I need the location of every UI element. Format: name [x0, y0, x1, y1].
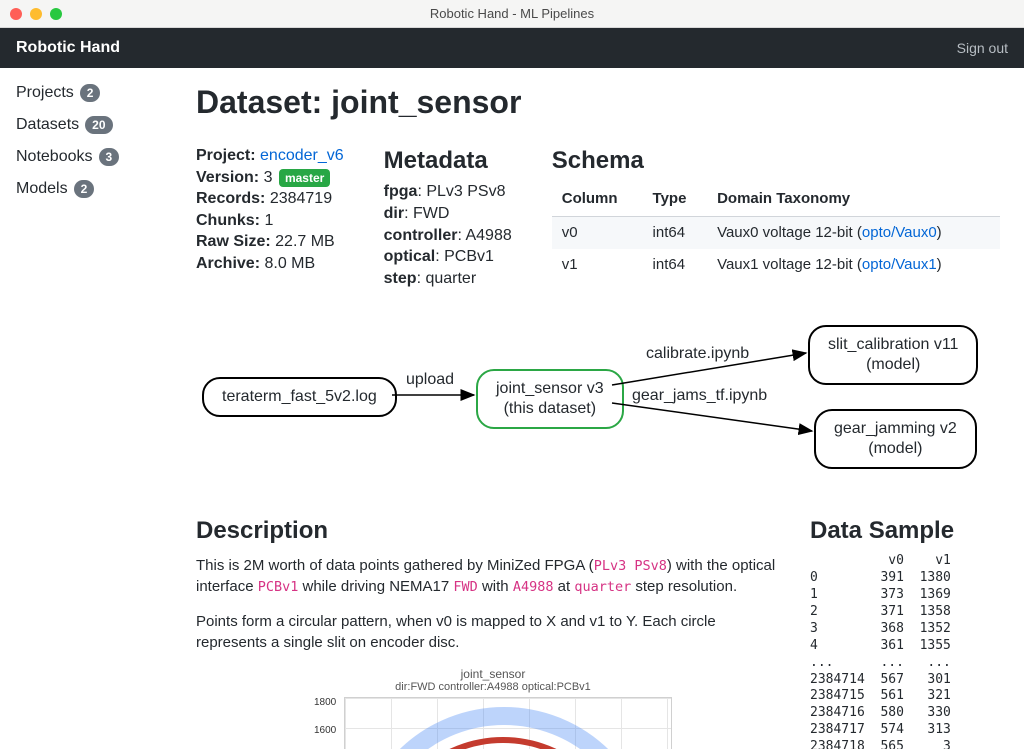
sidebar: Projects 2 Datasets 20 Notebooks 3 Model…	[0, 68, 180, 749]
count-badge: 2	[74, 180, 95, 198]
meta-val: FWD	[413, 205, 449, 222]
sidebar-item-projects[interactable]: Projects 2	[16, 84, 164, 102]
main-content: Dataset: joint_sensor Project: encoder_v…	[180, 68, 1024, 749]
schema-col-type: int64	[643, 216, 708, 249]
page-title: Dataset: joint_sensor	[196, 84, 1000, 121]
code-inline: PCBv1	[258, 579, 299, 595]
schema-col-type: int64	[643, 249, 708, 281]
meta-val: PCBv1	[444, 248, 494, 265]
rawsize-value: 22.7 MB	[275, 233, 335, 250]
count-badge: 2	[80, 84, 101, 102]
schema-col-name: v0	[552, 216, 643, 249]
schema-th: Type	[643, 183, 708, 216]
schema-th: Column	[552, 183, 643, 216]
meta-key: controller	[384, 227, 458, 244]
taxonomy-link[interactable]: opto/Vaux1	[862, 256, 937, 273]
meta-key: step	[384, 270, 417, 287]
count-badge: 20	[85, 116, 112, 134]
plot-ytick: 1600	[314, 725, 336, 736]
schema-row: v1 int64 Vaux1 voltage 12-bit (opto/Vaux…	[552, 249, 1000, 281]
schema-col-name: v1	[552, 249, 643, 281]
flow-edge-label: gear_jams_tf.ipynb	[632, 387, 767, 405]
version-label: Version:	[196, 169, 259, 186]
archive-value: 8.0 MB	[264, 255, 315, 272]
signout-link[interactable]: Sign out	[957, 40, 1008, 56]
mac-titlebar: Robotic Hand - ML Pipelines	[0, 0, 1024, 28]
sidebar-item-models[interactable]: Models 2	[16, 180, 164, 198]
sidebar-item-label: Projects	[16, 84, 74, 102]
sidebar-item-label: Datasets	[16, 116, 79, 134]
meta-val: A4988	[465, 227, 511, 244]
metadata-heading: Metadata	[384, 145, 512, 177]
description-block: Description This is 2M worth of data poi…	[196, 517, 790, 749]
code-inline: A4988	[513, 579, 554, 595]
schema-th: Domain Taxonomy	[707, 183, 1000, 216]
records-label: Records:	[196, 190, 265, 207]
description-para: This is 2M worth of data points gathered…	[196, 555, 790, 597]
navbar: Robotic Hand Sign out	[0, 28, 1024, 68]
metadata-block: Metadata fpga: PLv3 PSv8 dir: FWD contro…	[384, 145, 512, 289]
window-minimize-button[interactable]	[30, 8, 42, 20]
schema-col-desc: Vaux0 voltage 12-bit (opto/Vaux0)	[707, 216, 1000, 249]
project-link[interactable]: encoder_v6	[260, 147, 344, 164]
flow-edge-label: upload	[406, 371, 454, 389]
schema-table: Column Type Domain Taxonomy v0 int64 Vau…	[552, 183, 1000, 281]
meta-key: fpga	[384, 183, 418, 200]
plot-ytick: 1800	[314, 697, 336, 708]
meta-val: PLv3 PSv8	[426, 183, 505, 200]
data-sample-block: Data Sample v0 v1 0 391 1380 1 373 1369 …	[810, 517, 1000, 749]
sidebar-item-datasets[interactable]: Datasets 20	[16, 116, 164, 134]
description-para: Points form a circular pattern, when v0 …	[196, 611, 790, 653]
data-sample-pre: v0 v1 0 391 1380 1 373 1369 2 371 1358 3…	[810, 553, 1000, 749]
data-sample-heading: Data Sample	[810, 517, 1000, 545]
brand-label: Robotic Hand	[16, 39, 120, 57]
lineage-diagram: teraterm_fast_5v2.log joint_sensor v3 (t…	[196, 317, 1000, 487]
schema-col-desc: Vaux1 voltage 12-bit (opto/Vaux1)	[707, 249, 1000, 281]
flow-edge-label: calibrate.ipynb	[646, 345, 749, 363]
version-value: 3	[264, 169, 273, 186]
basic-info: Project: encoder_v6 Version: 3 master Re…	[196, 145, 344, 289]
count-badge: 3	[99, 148, 120, 166]
sidebar-item-notebooks[interactable]: Notebooks 3	[16, 148, 164, 166]
schema-row: v0 int64 Vaux0 voltage 12-bit (opto/Vaux…	[552, 216, 1000, 249]
rawsize-label: Raw Size:	[196, 233, 271, 250]
taxonomy-link[interactable]: opto/Vaux0	[862, 224, 937, 241]
schema-heading: Schema	[552, 145, 1000, 177]
plot-title: joint_sensor	[196, 667, 790, 681]
project-label: Project:	[196, 147, 256, 164]
chunks-label: Chunks:	[196, 212, 260, 229]
plot-subtitle: dir:FWD controller:A4988 optical:PCBv1	[196, 681, 790, 693]
description-heading: Description	[196, 517, 790, 545]
meta-val: quarter	[425, 270, 476, 287]
window-close-button[interactable]	[10, 8, 22, 20]
records-value: 2384719	[270, 190, 332, 207]
sidebar-item-label: Models	[16, 180, 68, 198]
chunks-value: 1	[264, 212, 273, 229]
meta-key: optical	[384, 248, 436, 265]
code-inline: quarter	[574, 579, 631, 595]
scatter-plot: joint_sensor dir:FWD controller:A4988 op…	[196, 667, 790, 749]
meta-key: dir	[384, 205, 404, 222]
window-title: Robotic Hand - ML Pipelines	[0, 6, 1024, 21]
code-inline: PLv3 PSv8	[594, 558, 667, 574]
master-badge: master	[279, 169, 330, 187]
window-zoom-button[interactable]	[50, 8, 62, 20]
schema-block: Schema Column Type Domain Taxonomy v0 in…	[552, 145, 1000, 289]
code-inline: FWD	[453, 579, 477, 595]
sidebar-item-label: Notebooks	[16, 148, 93, 166]
archive-label: Archive:	[196, 255, 260, 272]
